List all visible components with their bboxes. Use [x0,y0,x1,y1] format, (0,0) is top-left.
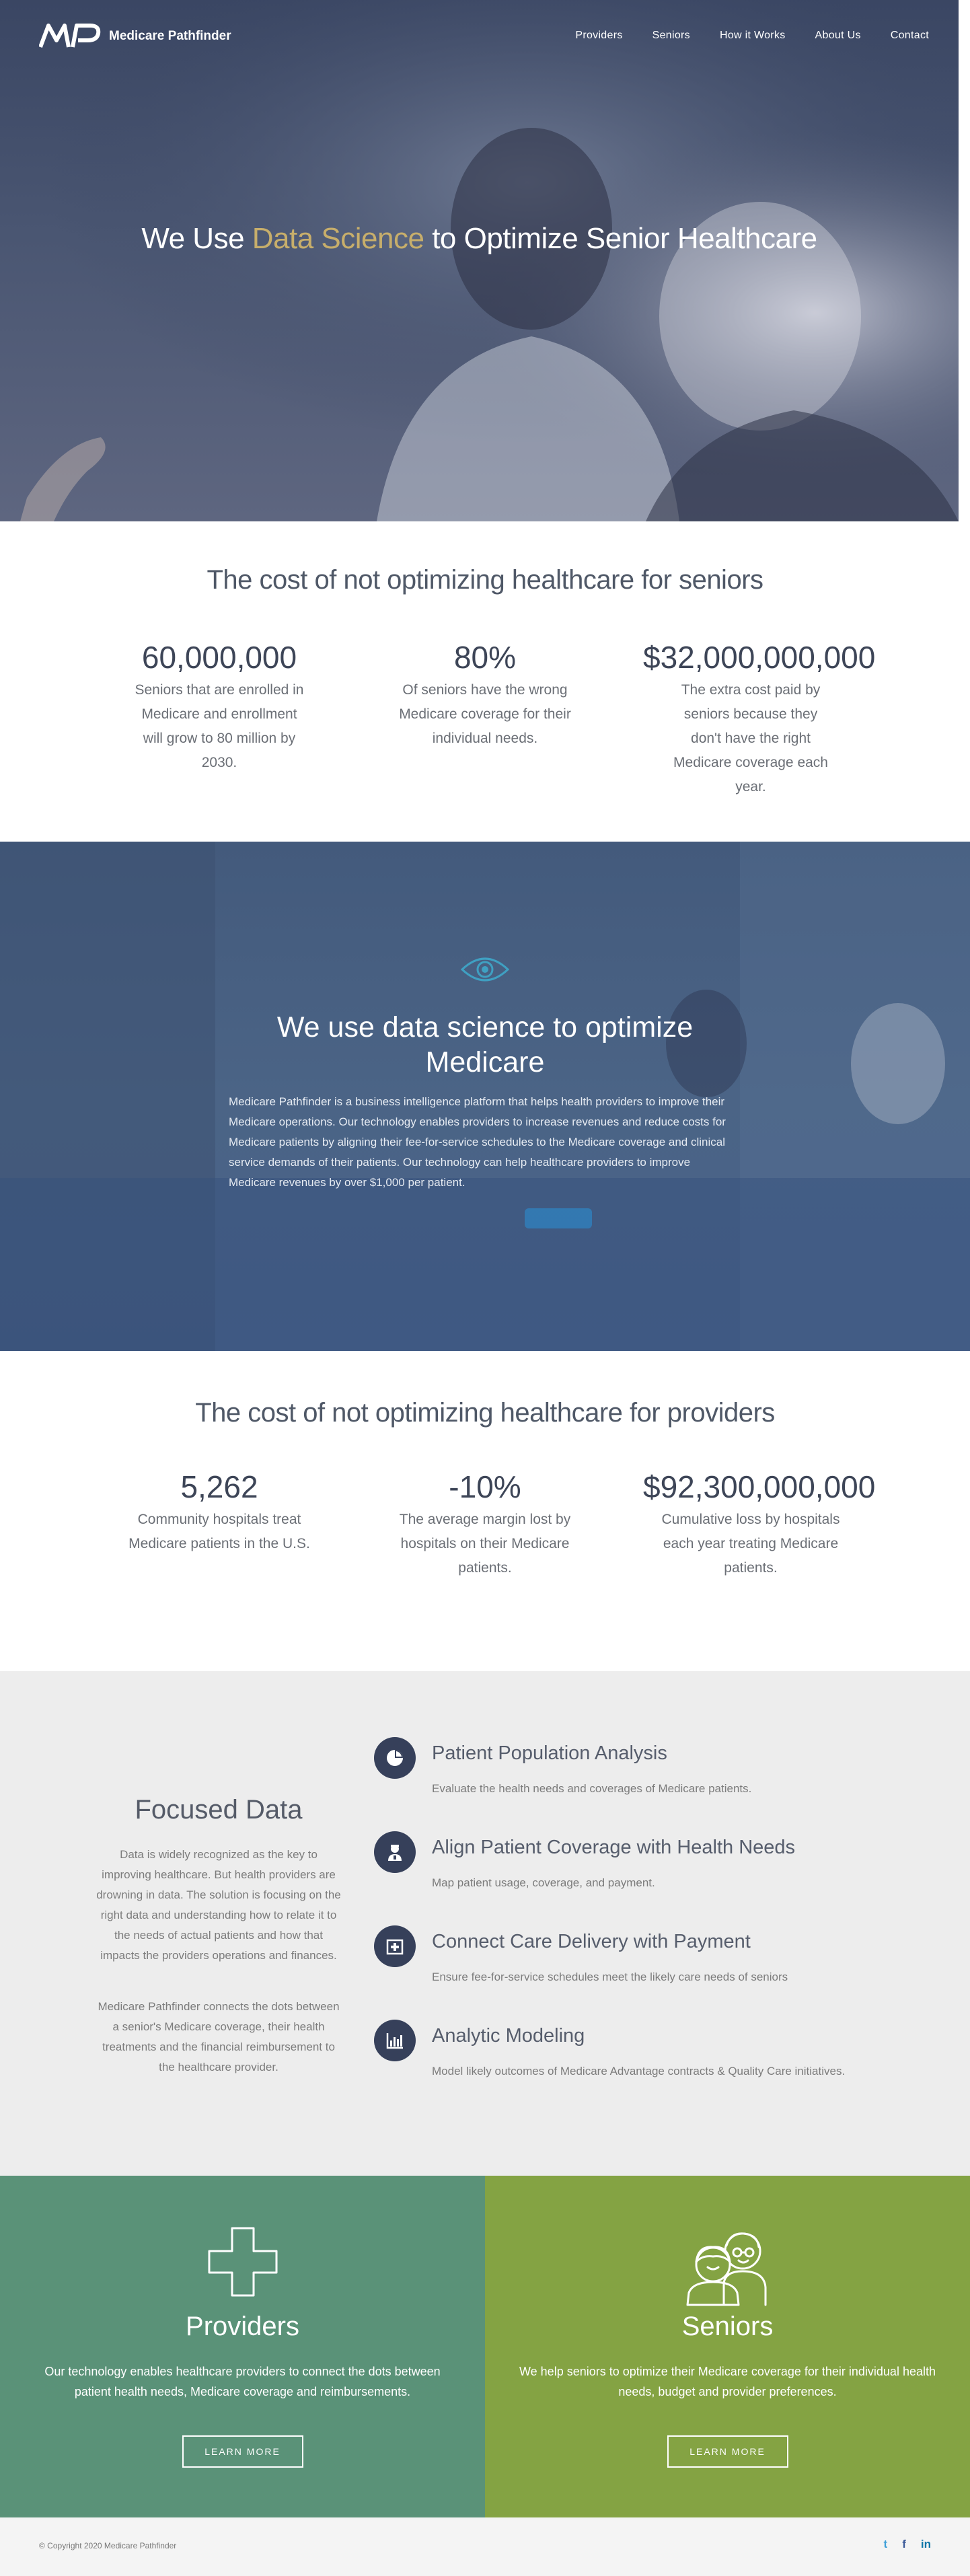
nav-link-providers[interactable]: Providers [575,30,622,42]
pie-chart-icon [374,1737,416,1779]
hero-title: We Use Data Science to Optimize Senior H… [0,222,959,256]
doctor-icon [374,1831,416,1873]
providers-title: Providers [186,2312,299,2341]
stat-description: Of seniors have the wrong Medicare cover… [399,682,571,746]
data-science-section: We use data science to optimize Medicare… [0,842,970,1351]
footer: © Copyright 2020 Medicare Pathfinder t f… [0,2517,970,2576]
stat-item: $92,300,000,000 Cumulative loss by hospi… [643,1469,876,1580]
seniors-couple-icon [686,2232,766,2306]
bar-chart-icon [374,2020,416,2061]
hero-title-accent: Data Science [252,222,424,255]
stat-value: 5,262 [180,1469,258,1504]
nav-link-seniors[interactable]: Seniors [652,30,690,42]
stat-value: 60,000,000 [141,640,297,675]
feature-title: Analytic Modeling [432,2025,585,2047]
seniors-panel: Seniors We help seniors to optimize thei… [485,2176,970,2517]
providers-panel: Providers Our technology enables healthc… [0,2176,485,2517]
nav-link-contact[interactable]: Contact [891,30,929,42]
feature-description: Map patient usage, coverage, and payment… [432,1876,655,1889]
stat-item: -10% The average margin lost by hospital… [377,1469,593,1580]
provider-stats-section: The cost of not optimizing healthcare fo… [0,1351,970,1671]
hero-section: Medicare Pathfinder Providers Seniors Ho… [0,0,959,521]
stat-item: 60,000,000 Seniors that are enrolled in … [112,639,327,775]
focused-data-paragraph: Medicare Pathfinder connects the dots be… [98,2000,340,2073]
stat-description: The average margin lost by hospitals on … [399,1512,571,1576]
data-science-body: Medicare Pathfinder is a business intell… [229,1095,726,1189]
feature-title: Align Patient Coverage with Health Needs [432,1837,796,1858]
seniors-title: Seniors [681,2312,774,2341]
social-links: t f in [884,2538,931,2551]
nav-link-about-us[interactable]: About Us [815,30,861,42]
hero-title-after: to Optimize Senior Healthcare [424,222,817,255]
data-science-title-text: We use data science to optimize Medicare [276,1011,694,1078]
feature-title: Patient Population Analysis [432,1742,667,1764]
nav-link-how-it-works[interactable]: How it Works [720,30,786,42]
logo-mark-icon [39,24,101,48]
top-nav: Medicare Pathfinder Providers Seniors Ho… [0,0,959,74]
facebook-icon[interactable]: f [902,2538,906,2551]
stat-item: 5,262 Community hospitals treat Medicare… [112,1469,327,1556]
hero-title-before: We Use [141,222,252,255]
page: Medicare Pathfinder Providers Seniors Ho… [0,0,970,2576]
seniors-stats-title: The cost of not optimizing healthcare fo… [207,565,763,595]
provider-stats-title: The cost of not optimizing healthcare fo… [195,1398,775,1428]
focused-data-paragraph: Data is widely recognized as the key to … [96,1848,341,1962]
stat-description: Community hospitals treat Medicare patie… [128,1512,310,1551]
seniors-stats-section: The cost of not optimizing healthcare fo… [0,521,970,842]
hero-background-photo [0,0,959,521]
providers-description: Our technology enables healthcare provid… [44,2365,441,2398]
feature-description: Evaluate the health needs and coverages … [432,1782,752,1795]
twitter-icon[interactable]: t [884,2538,888,2551]
feature-title: Connect Care Delivery with Payment [432,1931,751,1952]
stat-value: $32,000,000,000 [643,640,876,675]
stat-description: The extra cost paid by seniors because t… [673,682,828,795]
nav-menu: Providers Seniors How it Works About Us … [575,30,929,42]
focused-data-section: Focused Data Data is widely recognized a… [0,1671,970,2176]
focused-data-title: Focused Data [135,1795,303,1825]
copyright-text: © Copyright 2020 Medicare Pathfinder [39,2541,177,2550]
cross-icon [208,2227,277,2297]
feature-description: Model likely outcomes of Medicare Advant… [432,2065,846,2077]
seniors-description: We help seniors to optimize their Medica… [519,2365,936,2398]
stat-value: $92,300,000,000 [643,1469,876,1504]
stat-item: $32,000,000,000 The extra cost paid by s… [643,639,876,799]
brand-logo[interactable]: Medicare Pathfinder [39,23,231,50]
stat-description: Seniors that are enrolled in Medicare an… [135,682,304,770]
eye-icon [461,957,509,982]
medical-kit-icon [374,1925,416,1967]
stat-item: 80% Of seniors have the wrong Medicare c… [377,639,593,751]
stat-value: -10% [449,1469,521,1504]
stat-description: Cumulative loss by hospitals each year t… [661,1512,840,1576]
data-science-title: We use data science to optimize Medicare [0,1010,970,1080]
feature-description: Ensure fee-for-service schedules meet th… [432,1971,788,1983]
brand-name: Medicare Pathfinder [109,29,231,43]
seniors-learn-more-button[interactable]: LEARN MORE [667,2435,788,2468]
stat-value: 80% [453,640,517,675]
linkedin-icon[interactable]: in [921,2538,931,2551]
providers-learn-more-button[interactable]: LEARN MORE [182,2435,303,2468]
